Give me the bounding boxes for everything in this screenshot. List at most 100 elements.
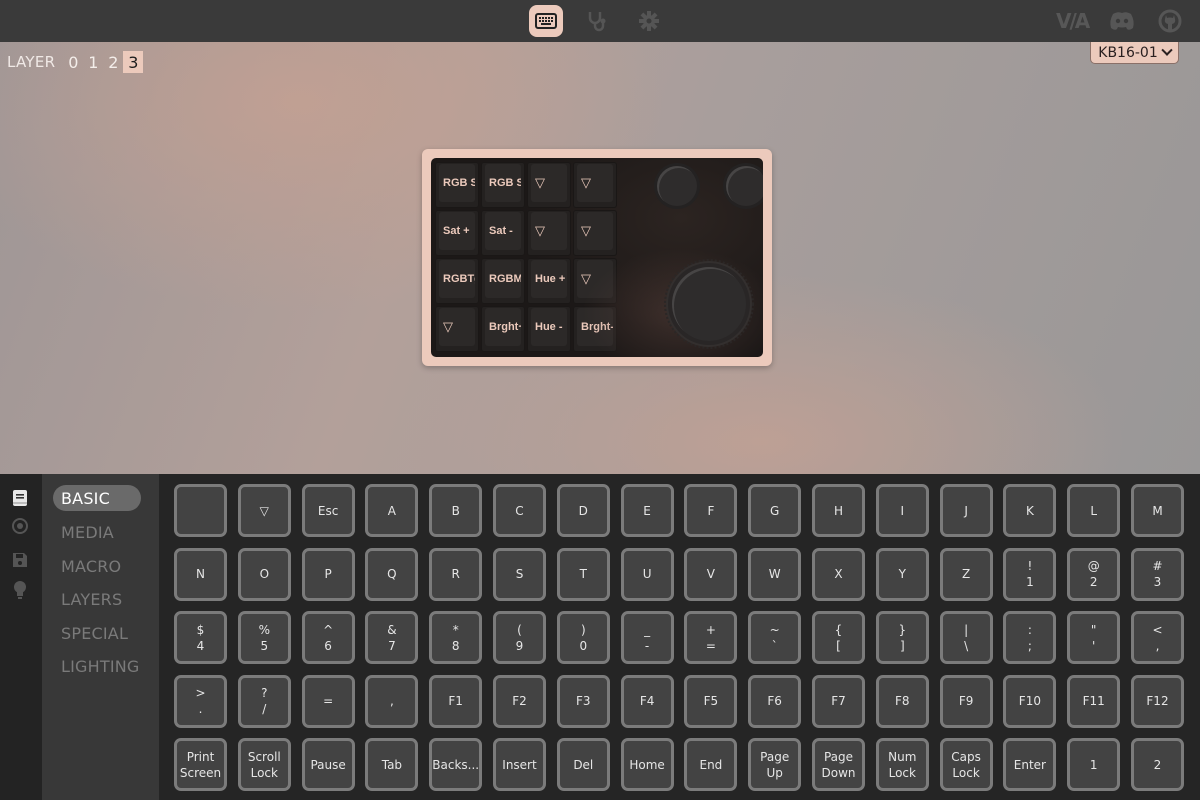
keycode-button[interactable]: F5: [684, 674, 738, 728]
keycode-button[interactable]: O: [237, 547, 291, 601]
keycode-button[interactable]: W: [748, 547, 802, 601]
keycode-button[interactable]: & 7: [365, 611, 419, 665]
keycode-button[interactable]: Z: [939, 547, 993, 601]
keycode-button[interactable]: V: [684, 547, 738, 601]
device-key[interactable]: RGB Sl: [435, 162, 479, 208]
keycode-button[interactable]: R: [429, 547, 483, 601]
lighting-tab[interactable]: [10, 580, 30, 600]
keycode-button[interactable]: X: [812, 547, 865, 601]
keycode-button[interactable]: {[: [812, 611, 865, 665]
keycode-button[interactable]: Scroll Lock: [237, 738, 291, 792]
category-macro[interactable]: MACRO: [53, 553, 141, 579]
keycode-button[interactable]: E: [620, 484, 674, 537]
device-key[interactable]: Sat +: [435, 210, 479, 256]
layer-1-button[interactable]: 1: [83, 51, 103, 73]
keycode-button[interactable]: >.: [174, 674, 227, 728]
keycode-button[interactable]: M: [1131, 484, 1184, 537]
device-key[interactable]: ▽: [573, 210, 617, 256]
device-key[interactable]: RGBTg: [435, 258, 479, 304]
device-key[interactable]: RGB Sl: [481, 162, 525, 208]
keycode-button[interactable]: F6: [748, 674, 802, 728]
encoder-knob-2[interactable]: [726, 166, 763, 206]
encoder-knob-1[interactable]: [657, 166, 697, 206]
keycode-button[interactable]: G: [748, 484, 802, 537]
keycode-button[interactable]: Del: [556, 738, 610, 792]
keycode-button[interactable]: ! 1: [1003, 547, 1057, 601]
keycode-button[interactable]: ,: [365, 674, 419, 728]
keycode-button[interactable]: #3: [1131, 547, 1184, 601]
nav-settings-button[interactable]: [632, 5, 666, 37]
keycode-button[interactable]: U: [620, 547, 674, 601]
keycode-button[interactable]: F2: [493, 674, 546, 728]
device-selector-dropdown[interactable]: KB16-01: [1090, 42, 1179, 64]
keycode-button[interactable]: @2: [1067, 547, 1121, 601]
keycode-button[interactable]: T: [556, 547, 610, 601]
keycode-button[interactable]: I: [875, 484, 929, 537]
category-special[interactable]: SPECIAL: [53, 620, 141, 646]
keycode-button[interactable]: ^ 6: [301, 611, 355, 665]
keycode-button[interactable]: F12: [1131, 674, 1184, 728]
keycode-button[interactable]: N: [174, 547, 227, 601]
keycode-button[interactable]: F: [684, 484, 738, 537]
keycode-button[interactable]: _ -: [620, 611, 674, 665]
keycode-button[interactable]: A: [365, 484, 419, 537]
keycode-button[interactable]: End: [684, 738, 738, 792]
keycode-button[interactable]: (9: [493, 611, 546, 665]
keycode-button[interactable]: <,: [1131, 611, 1184, 665]
keycode-button[interactable]: P: [301, 547, 355, 601]
save-load-tab[interactable]: [10, 550, 30, 570]
device-key[interactable]: Brght+: [481, 306, 525, 352]
keycode-button[interactable]: F1: [429, 674, 483, 728]
keycode-button[interactable]: 1: [1067, 738, 1121, 792]
keycode-button[interactable]: % 5: [237, 611, 291, 665]
device-key[interactable]: Hue -: [527, 306, 571, 352]
keycode-button[interactable]: L: [1067, 484, 1121, 537]
keycode-button[interactable]: Caps Lock: [939, 738, 993, 792]
macros-tab[interactable]: [10, 516, 30, 536]
keycode-button[interactable]: F10: [1003, 674, 1057, 728]
device-key[interactable]: ▽: [435, 306, 479, 352]
keycode-button[interactable]: | \: [939, 611, 993, 665]
keycode-button[interactable]: }]: [875, 611, 929, 665]
keycode-button[interactable]: S: [493, 547, 546, 601]
encoder-knob-main[interactable]: [672, 267, 746, 341]
keycode-button[interactable]: F3: [556, 674, 610, 728]
keycode-button[interactable]: J: [939, 484, 993, 537]
keycode-button[interactable]: " ': [1067, 611, 1121, 665]
nav-configure-button[interactable]: [529, 5, 563, 37]
keycode-button[interactable]: C: [493, 484, 546, 537]
keycode-button[interactable]: [174, 484, 227, 537]
via-logo[interactable]: V/A: [1056, 8, 1090, 34]
keycode-button[interactable]: =: [301, 674, 355, 728]
keycode-button[interactable]: F4: [620, 674, 674, 728]
keycode-button[interactable]: F9: [939, 674, 993, 728]
keycode-button[interactable]: + =: [684, 611, 738, 665]
keycode-button[interactable]: ) 0: [556, 611, 610, 665]
keycode-button[interactable]: Backs...: [429, 738, 483, 792]
keycode-button[interactable]: Num Lock: [875, 738, 929, 792]
keycode-button[interactable]: ▽: [237, 484, 291, 537]
category-layers[interactable]: LAYERS: [53, 586, 141, 612]
keycode-button[interactable]: Print Screen: [174, 738, 227, 792]
device-key[interactable]: Hue +: [527, 258, 571, 304]
keycode-button[interactable]: Y: [875, 547, 929, 601]
device-key[interactable]: ▽: [573, 162, 617, 208]
layer-2-button[interactable]: 2: [103, 51, 123, 73]
keycode-button[interactable]: D: [556, 484, 610, 537]
category-lighting[interactable]: LIGHTING: [53, 653, 141, 679]
keycode-button[interactable]: Page Up: [748, 738, 802, 792]
keycode-button[interactable]: K: [1003, 484, 1057, 537]
device-key[interactable]: ▽: [573, 258, 617, 304]
keycode-button[interactable]: Home: [620, 738, 674, 792]
device-key[interactable]: Sat -: [481, 210, 525, 256]
keycode-button[interactable]: F8: [875, 674, 929, 728]
keycode-button[interactable]: ~ `: [748, 611, 802, 665]
keycodes-tab[interactable]: [10, 488, 30, 508]
keycode-button[interactable]: H: [812, 484, 865, 537]
github-link[interactable]: [1157, 8, 1183, 34]
device-key[interactable]: RGBMo: [481, 258, 525, 304]
device-key[interactable]: ▽: [527, 210, 571, 256]
keycode-button[interactable]: Insert: [493, 738, 546, 792]
keycode-button[interactable]: Page Down: [812, 738, 865, 792]
keycode-button[interactable]: ? /: [237, 674, 291, 728]
